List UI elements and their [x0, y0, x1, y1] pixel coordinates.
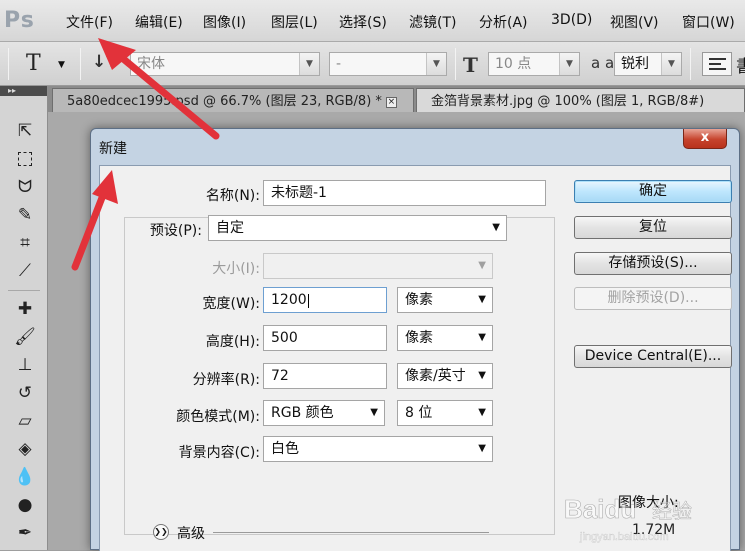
- red-arrow-icon: [71, 170, 118, 271]
- svg-text:经验: 经验: [652, 499, 692, 523]
- baidu-watermark-icon: Baidu 经验 jingyan.baidu.com: [564, 494, 693, 543]
- annotation-arrows: [71, 38, 220, 271]
- svg-text:Baidu: Baidu: [564, 494, 636, 524]
- red-arrow-icon: [98, 38, 220, 140]
- svg-text:jingyan.baidu.com: jingyan.baidu.com: [579, 531, 669, 543]
